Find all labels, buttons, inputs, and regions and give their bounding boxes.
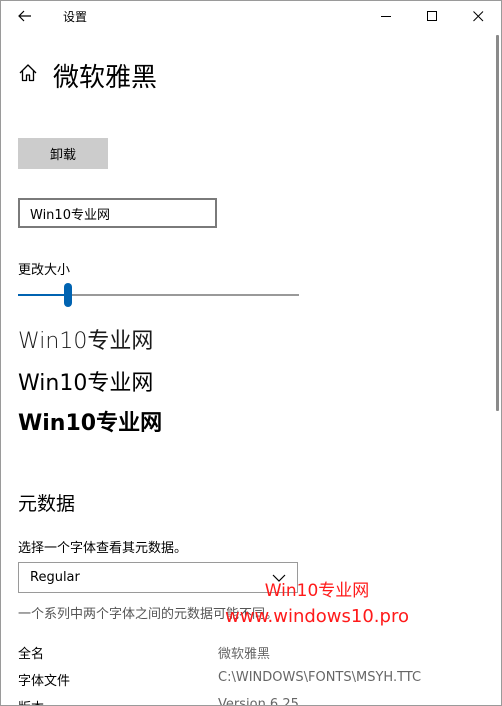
size-label: 更改大小 [18,263,71,278]
scrollbar-thumb[interactable] [496,35,499,411]
sample-regular: Win10专业网 [18,371,154,396]
metadata-prompt: 选择一个字体查看其元数据。 [18,541,188,556]
back-button[interactable] [13,5,37,27]
maximize-icon [426,11,437,21]
vertical-scrollbar[interactable] [495,33,500,705]
metadata-heading: 元数据 [18,493,76,515]
minimize-button[interactable] [363,1,409,32]
slider-fill [18,294,68,296]
maximize-button[interactable] [409,1,455,32]
metadata-note: 一个系列中两个字体之间的元数据可能不同。 [18,607,279,622]
home-icon [19,64,37,82]
metadata-row: 字体文件 C:\WINDOWS\FONTS\MSYH.TTC [18,670,488,690]
title-bar: 设置 [1,1,501,32]
metadata-value: 微软雅黑 [218,647,271,662]
back-arrow-icon [18,10,31,22]
page-title: 微软雅黑 [53,63,158,93]
font-face-select-value: Regular [30,570,80,585]
uninstall-button[interactable]: 卸载 [18,138,108,169]
metadata-value: Version 6.25 [218,697,299,706]
home-button[interactable] [18,63,38,83]
chevron-down-icon [272,574,286,582]
size-slider[interactable] [18,283,299,307]
metadata-key: 全名 [18,647,45,662]
close-icon [472,11,483,22]
metadata-key: 字体文件 [18,674,71,689]
metadata-row: 全名 微软雅黑 [18,643,488,663]
sample-light: Win10专业网 [18,329,154,354]
settings-window: 设置 微软雅黑 卸载 更改大小 Win10专业网 Win10专业网 [0,0,502,706]
window-title: 设置 [63,10,88,24]
metadata-value: C:\WINDOWS\FONTS\MSYH.TTC [218,670,422,685]
font-face-select[interactable]: Regular [18,562,298,593]
minimize-icon [380,16,391,17]
metadata-key: 版本 [18,697,44,705]
slider-thumb[interactable] [64,283,72,307]
sample-bold: Win10专业网 [18,411,163,436]
metadata-row: 版本 Version 6.25 [18,697,488,706]
close-button[interactable] [455,1,501,32]
preview-text-input[interactable] [18,198,217,228]
